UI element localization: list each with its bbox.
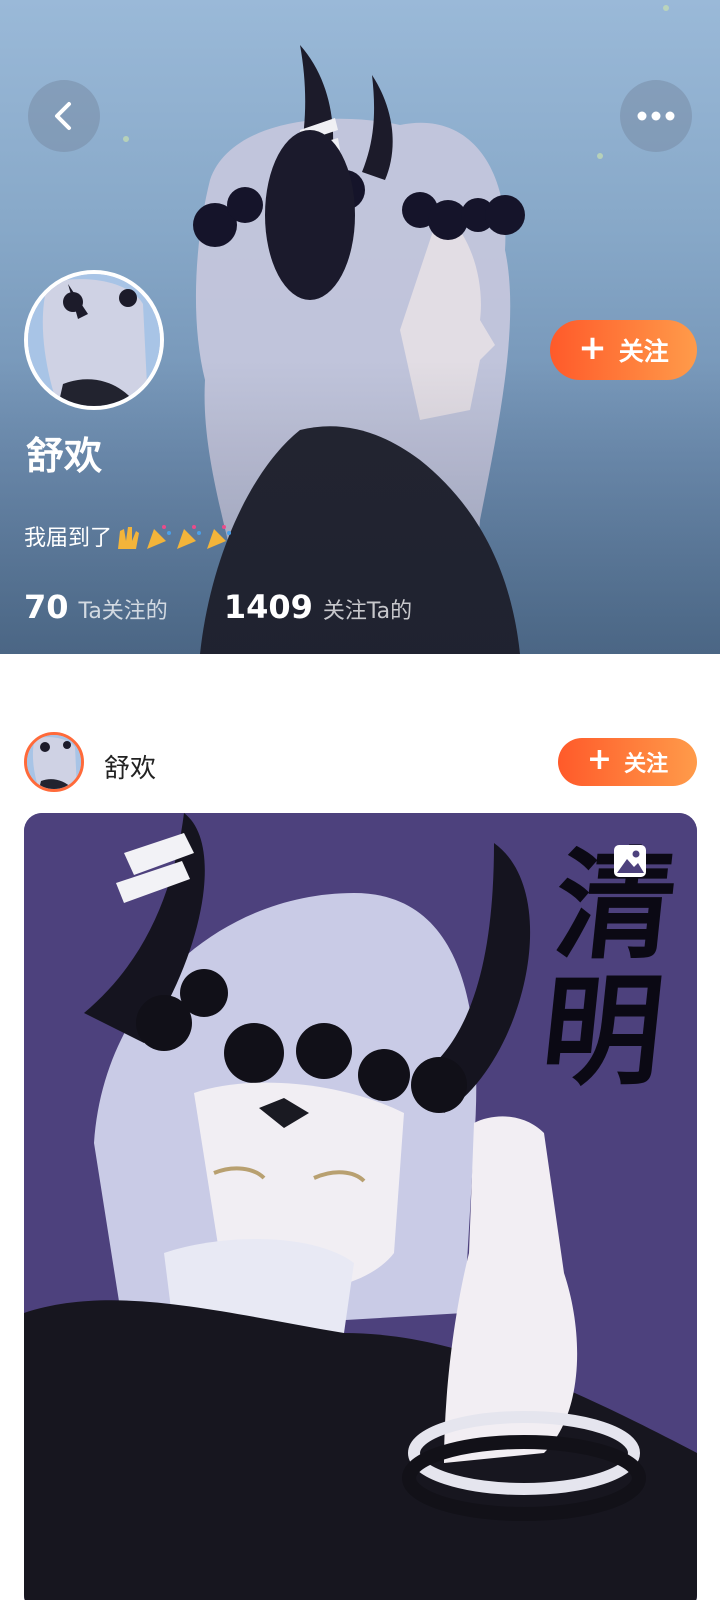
raised-hands-icon [118,527,140,549]
post-author-avatar[interactable] [24,732,84,792]
following-label[interactable]: Ta关注的 [79,593,168,625]
more-button[interactable] [620,80,692,152]
post-follow-button[interactable]: + 关注 [558,738,697,786]
more-dots-icon [637,111,675,121]
profile-bio: 我届到了 [24,520,232,552]
post-image[interactable]: 清 明 [24,813,697,1600]
profile-header: + 关注 舒欢 我届到了 70 Ta关注的 1409 关注Ta的 [0,0,720,654]
follow-button[interactable]: + 关注 [550,320,697,380]
following-count[interactable]: 70 [24,588,69,626]
plus-icon: + [586,742,613,777]
party-popper-icon [207,525,232,549]
profile-name: 舒欢 [26,434,103,478]
followers-label[interactable]: 关注Ta的 [323,593,412,625]
bio-text: 我届到了 [24,526,113,551]
follow-label: 关注 [618,337,669,366]
avatar-image [27,735,81,789]
plus-icon: + [578,328,607,368]
image-icon [614,845,646,877]
post-image-caption: 清 明 [516,835,697,1102]
follow-label: 关注 [624,752,669,777]
calligraphy-char: 明 [535,961,670,1102]
chevron-left-icon [55,102,71,130]
avatar[interactable] [24,270,164,410]
back-button[interactable] [28,80,100,152]
party-popper-icon [177,525,202,549]
post-author-name[interactable]: 舒欢 [104,748,156,785]
followers-count[interactable]: 1409 [224,588,313,626]
profile-stats: 70 Ta关注的 1409 关注Ta的 [24,588,412,626]
avatar-image [28,274,160,406]
party-popper-icon [147,525,172,549]
post-header: 舒欢 + 关注 [0,720,720,810]
